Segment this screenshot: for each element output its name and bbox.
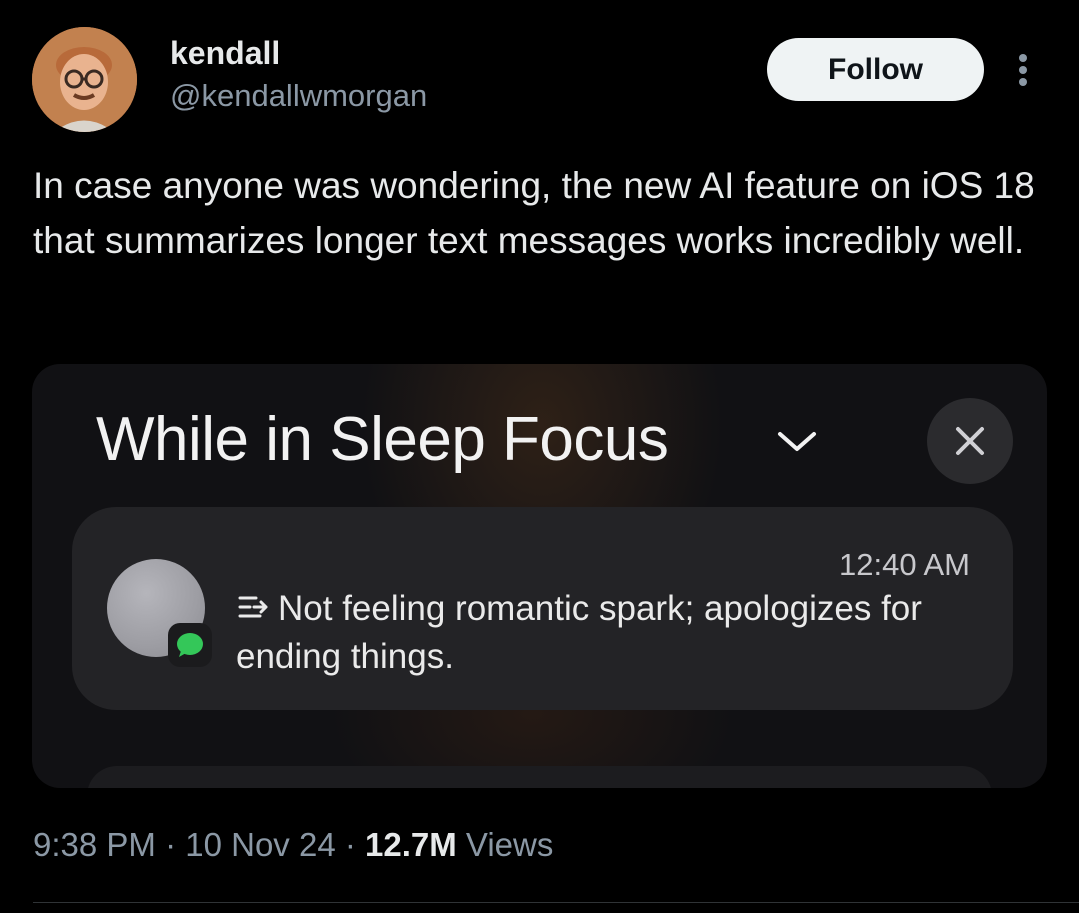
views-count: 12.7M xyxy=(365,826,457,863)
summary-icon xyxy=(238,596,268,618)
close-button xyxy=(927,398,1013,484)
separator: · xyxy=(344,826,356,863)
chevron-down-icon xyxy=(774,426,820,456)
notification-card-partial xyxy=(87,766,992,788)
more-vertical-icon[interactable] xyxy=(1008,50,1038,90)
tweet-text: In case anyone was wondering, the new AI… xyxy=(33,165,1035,261)
notification-card: 12:40 AM Not feeling romantic spark; apo… xyxy=(72,507,1013,710)
notification-time: 12:40 AM xyxy=(839,547,970,582)
author-name[interactable]: kendall xyxy=(170,35,280,72)
notification-summary-text: Not feeling romantic spark; apologizes f… xyxy=(236,589,922,676)
tweet-meta: 9:38 PM · 10 Nov 24 · 12.7M Views xyxy=(33,826,553,864)
author-avatar-photo xyxy=(32,27,137,132)
views-label: Views xyxy=(465,826,554,863)
tweet-date[interactable]: 10 Nov 24 xyxy=(185,826,335,863)
author-handle[interactable]: @kendallwmorgan xyxy=(170,78,427,114)
focus-title: While in Sleep Focus xyxy=(96,405,669,474)
tweet-media-image[interactable]: While in Sleep Focus 12:40 AM Not feelin… xyxy=(32,364,1047,788)
divider xyxy=(33,902,1079,903)
close-icon xyxy=(956,427,984,455)
follow-button[interactable]: Follow xyxy=(767,38,984,101)
messages-app-icon xyxy=(168,623,212,667)
separator: · xyxy=(165,826,177,863)
tweet-time[interactable]: 9:38 PM xyxy=(33,826,156,863)
author-avatar[interactable] xyxy=(32,27,137,132)
notification-summary: Not feeling romantic spark; apologizes f… xyxy=(236,585,996,681)
